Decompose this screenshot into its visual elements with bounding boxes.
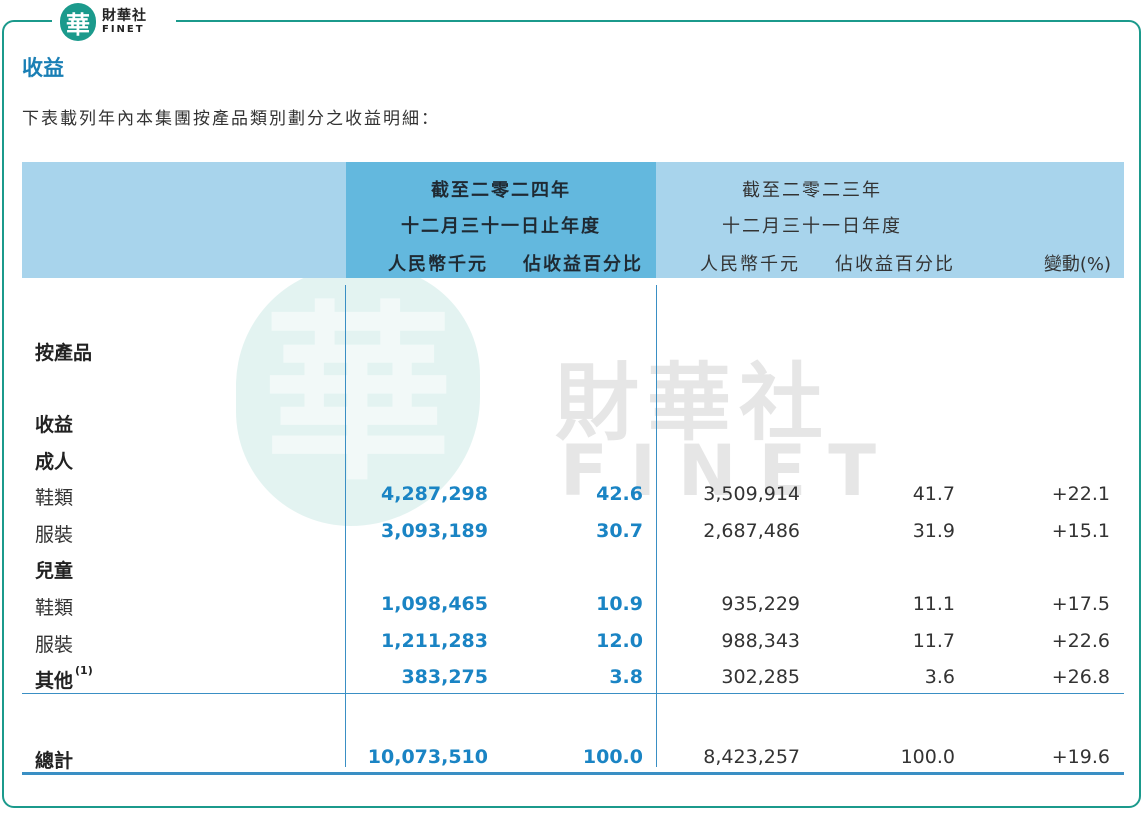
table-cell: +22.1 [1051,483,1110,505]
table-cell: 12.0 [596,630,643,652]
table-cell: 42.6 [596,483,643,505]
divider-v-2023 [656,285,657,767]
table-cell: 4,287,298 [381,483,488,505]
divider-v-2024 [345,285,346,767]
divider-subtotal [22,693,1124,694]
row-label-kids-apparel: 服裝 [35,634,74,656]
logo-text: 財華社 FINET [102,9,147,35]
table-cell: +22.6 [1051,630,1110,652]
table-cell: 2,687,486 [703,520,800,542]
row-label-adult-apparel: 服裝 [35,524,74,546]
row-label-total: 總計 [35,750,74,772]
table-cell: 3,509,914 [703,483,800,505]
total-cell: 100.0 [582,746,643,768]
total-cell: 100.0 [900,746,955,768]
row-label-revenue: 收益 [35,414,74,436]
header-2023-line2: 十二月三十一日年度 [722,216,902,237]
row-label-by-product: 按產品 [35,342,93,364]
table-cell: 41.7 [912,483,955,505]
header-2023-line1: 截至二零二三年 [742,180,882,201]
total-cell: +19.6 [1051,746,1110,768]
table-cell: +15.1 [1051,520,1110,542]
row-label-adult: 成人 [35,451,74,473]
header-label-cell [22,162,346,278]
table-cell: 11.1 [912,593,955,615]
header-2024-line1: 截至二零二四年 [431,180,571,201]
total-cell: 8,423,257 [703,746,800,768]
others-label: 其他 [35,670,74,692]
table-cell: 988,343 [721,630,800,652]
table-cell: +26.8 [1051,666,1110,688]
header-2023-pct: 佔收益百分比 [835,254,955,275]
row-label-others: 其他 (1) [35,664,93,693]
table-cell: 11.7 [912,630,955,652]
row-label-kids-footwear: 鞋類 [35,597,74,619]
table-cell: 3,093,189 [381,520,488,542]
intro-text: 下表載列年內本集團按產品類別劃分之收益明細： [22,109,440,129]
logo-name-cn: 財華社 [102,8,147,24]
header-2023-rmb: 人民幣千元 [700,254,800,275]
table-cell: +17.5 [1051,593,1110,615]
header-2024-line2: 十二月三十一日止年度 [401,216,601,237]
table-cell: 30.7 [596,520,643,542]
table-cell: 10.9 [596,593,643,615]
header-2024-pct: 佔收益百分比 [523,254,643,275]
row-label-adult-footwear: 鞋類 [35,487,74,509]
table-cell: 1,098,465 [381,593,488,615]
header-change: 變動(%) [1043,254,1111,275]
table-cell: 1,211,283 [381,630,488,652]
logo-badge-icon: 華 [60,3,96,41]
section-title: 收益 [22,56,64,80]
table-cell: 3.8 [609,666,643,688]
divider-total [22,772,1124,775]
total-cell: 10,073,510 [367,746,488,768]
table-cell: 935,229 [721,593,800,615]
finet-logo: 華 財華社 FINET [52,0,176,44]
row-label-kids: 兒童 [35,560,74,582]
header-2024-rmb: 人民幣千元 [388,254,488,275]
table-cell: 3.6 [924,666,955,688]
footnote-marker: (1) [75,664,93,677]
table-cell: 302,285 [721,666,800,688]
table-cell: 31.9 [912,520,955,542]
table-cell: 383,275 [401,666,488,688]
logo-name-en: FINET [102,24,145,35]
